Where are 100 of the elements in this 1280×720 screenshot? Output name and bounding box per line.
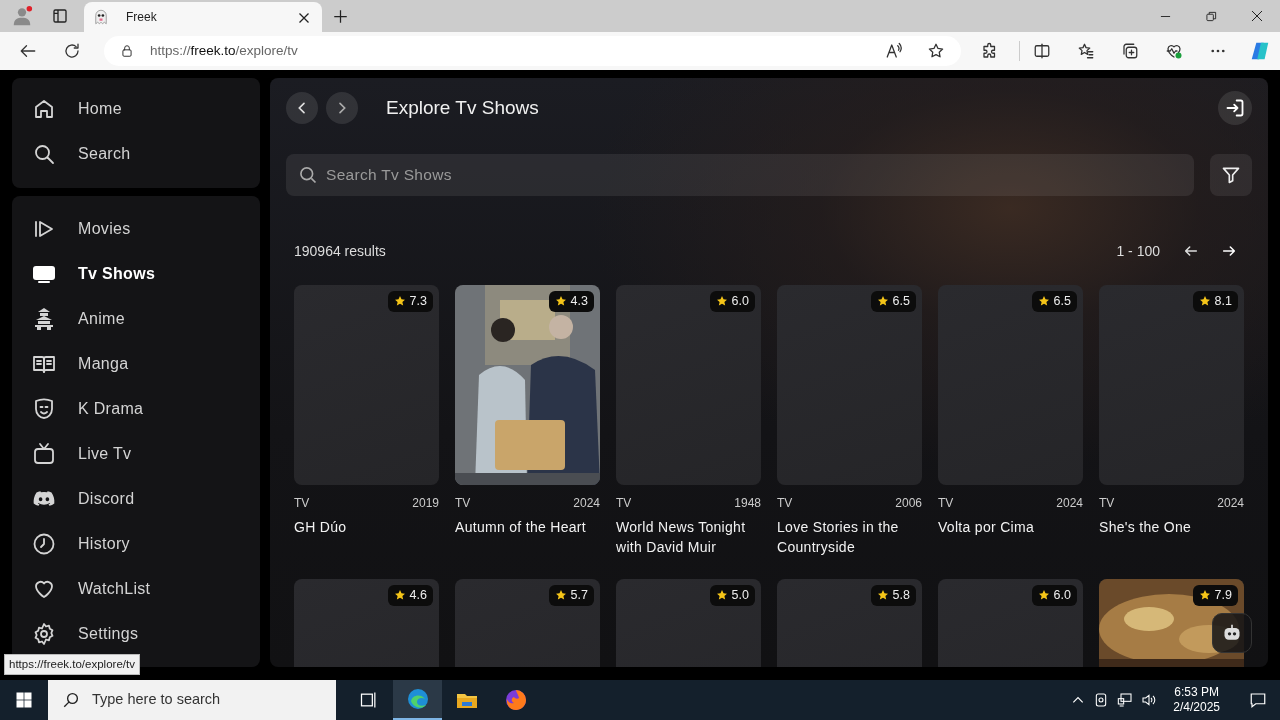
rating-badge: 6.5 [870,291,916,312]
login-icon [1225,98,1245,118]
show-title[interactable]: World News Tonight with David Muir [616,517,761,557]
poster[interactable]: 8.1 [1099,285,1244,485]
sidebar-item[interactable]: Manga [12,341,260,386]
poster[interactable]: 7.9 [1099,579,1244,667]
browser-tab[interactable]: Freek [84,2,322,32]
release-year: 2024 [1056,495,1083,512]
release-year: 2019 [412,495,439,512]
show-title[interactable]: Volta por Cima [938,517,1083,537]
show-title[interactable]: GH Dúo [294,517,439,537]
volume-icon[interactable] [1141,692,1158,708]
robot-icon [1222,623,1242,643]
rating-badge: 4.6 [387,585,433,606]
rating-badge: 5.0 [709,585,755,606]
search-icon [62,691,80,709]
poster[interactable]: 4.6 [294,579,439,667]
sidebar-item[interactable]: K Drama [12,386,260,431]
poster[interactable]: 5.8 [777,579,922,667]
chat-button[interactable] [1212,613,1252,653]
rating-badge: 4.3 [548,291,594,312]
show-title[interactable]: Love Stories in the Countryside [777,517,922,557]
poster[interactable]: 6.5 [938,285,1083,485]
release-year: 2006 [895,495,922,512]
mask-icon [32,396,56,421]
favorites-icon[interactable] [1077,42,1095,60]
rating-badge: 8.1 [1192,291,1238,312]
read-aloud-icon[interactable] [885,42,903,61]
rating-badge: 6.5 [1031,291,1077,312]
notifications-icon[interactable] [1249,691,1267,709]
show-title[interactable]: She's the One [1099,517,1244,537]
poster[interactable]: 7.3 [294,285,439,485]
page-title: Explore Tv Shows [386,95,539,120]
tab-actions-icon[interactable] [52,8,68,24]
close-icon[interactable] [1251,10,1263,22]
sidebar-item[interactable]: Search [12,131,260,176]
new-tab-icon[interactable] [332,8,348,24]
link-status-tooltip: https://freek.to/explore/tv [4,653,140,675]
media-type: TV [777,495,793,512]
release-year: 2024 [573,495,600,512]
clock-date: 2/4/2025 [1173,700,1220,715]
tv-icon [32,441,56,466]
filter-button[interactable] [1210,154,1252,196]
sidebar-item[interactable]: History [12,521,260,566]
rating-badge: 6.0 [709,291,755,312]
sidebar-item[interactable]: Tv Shows [12,251,260,296]
back-icon[interactable] [19,42,37,60]
sidebar-item[interactable]: WatchList [12,566,260,611]
refresh-icon[interactable] [63,42,81,60]
rating-badge: 7.3 [387,291,433,312]
rating-badge: 5.8 [870,585,916,606]
media-type: TV [616,495,632,512]
forward-button[interactable] [326,92,358,124]
copilot-icon[interactable] [1249,40,1271,62]
sidebar-item[interactable]: Home [12,86,260,131]
poster[interactable]: 6.5 [777,285,922,485]
show-title[interactable]: Autumn of the Heart [455,517,600,537]
sidebar-item[interactable]: Discord [12,476,260,521]
taskbar-search-field[interactable]: Type here to search [48,680,336,720]
rating-badge: 7.9 [1192,585,1238,606]
media-type: TV [294,495,310,512]
address-bar[interactable]: https://freek.to/explore/tv [104,36,961,66]
tab-title: Freek [126,9,157,26]
sidebar-item[interactable]: Anime [12,296,260,341]
poster[interactable]: 6.0 [938,579,1083,667]
poster[interactable]: 5.0 [616,579,761,667]
clock-time: 6:53 PM [1173,685,1220,700]
url-text: https://freek.to/explore/tv [150,41,298,60]
poster[interactable]: 5.7 [455,579,600,667]
poster[interactable]: 4.3 [455,285,600,485]
rating-badge: 6.0 [1031,585,1077,606]
release-year: 2024 [1217,495,1244,512]
results-count: 190964 results [294,241,386,261]
heartbeat-icon[interactable] [1165,42,1183,60]
windows-icon[interactable] [15,691,33,709]
settings-icon [32,621,56,646]
profile-icon[interactable] [11,5,33,27]
restore-icon[interactable] [1205,10,1217,22]
sidebar-item[interactable]: Movies [12,206,260,251]
poster[interactable]: 6.0 [616,285,761,485]
page-range: 1 - 100 [1116,241,1160,261]
star-icon[interactable] [927,42,945,60]
pagoda-icon [32,306,56,331]
sidebar-item[interactable]: Settings [12,611,260,656]
collections-icon[interactable] [1121,42,1139,60]
browser-icon[interactable] [405,687,430,711]
fox-browser-icon[interactable] [503,688,528,712]
arrow-left-icon [1183,243,1199,259]
sidebar-item[interactable]: Live Tv [12,431,260,476]
lock-icon [120,44,134,58]
close-icon[interactable] [298,11,310,24]
clock-icon [32,531,56,556]
media-type: TV [938,495,954,512]
network-icon[interactable] [1117,692,1134,708]
search-icon [298,165,318,185]
back-button[interactable] [286,92,318,124]
filter-icon [1221,165,1241,185]
login-button[interactable] [1218,91,1252,125]
media-type: TV [455,495,471,512]
split-screen-icon[interactable] [1033,42,1051,60]
